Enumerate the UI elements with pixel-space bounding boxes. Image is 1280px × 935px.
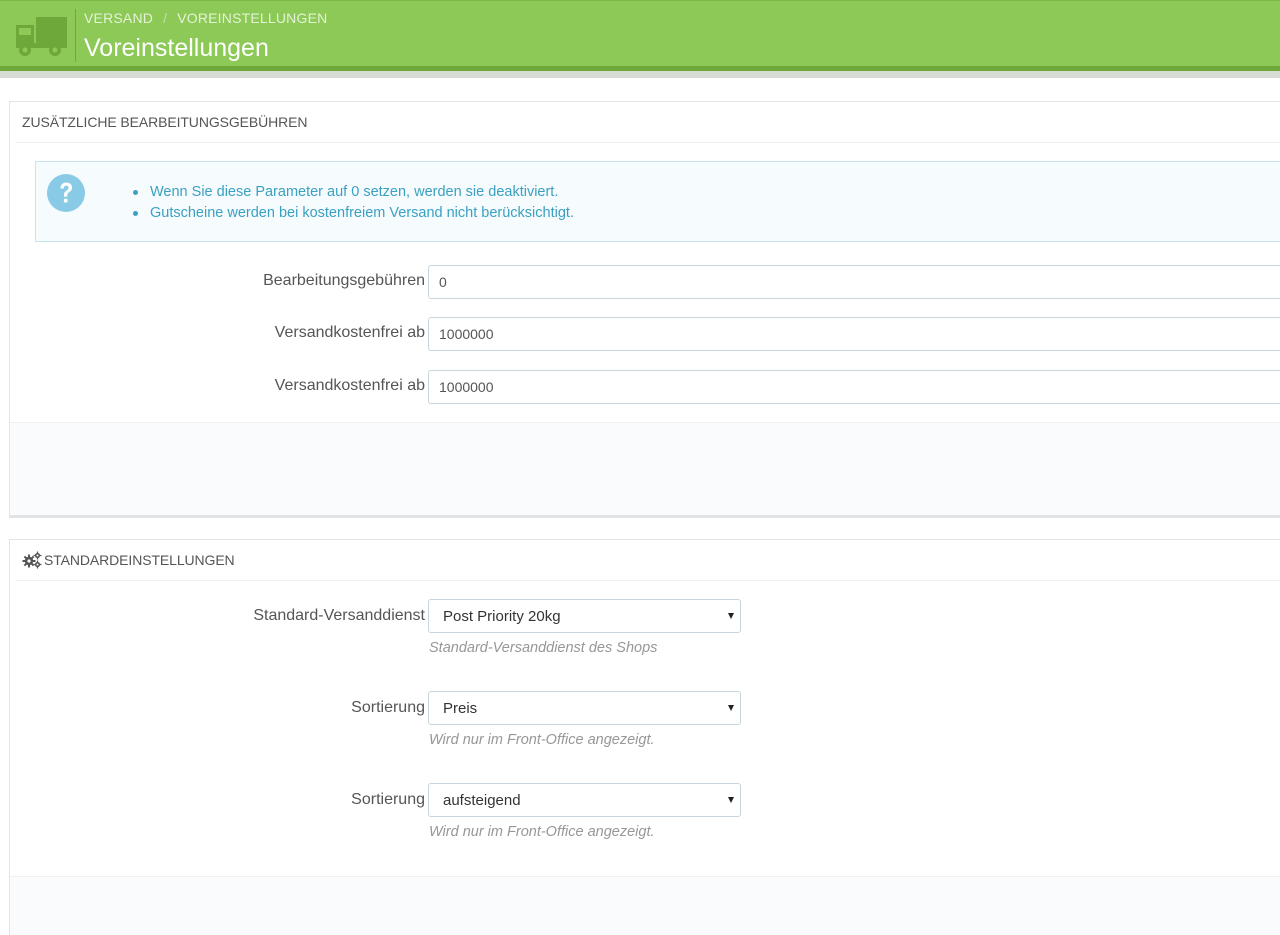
- bullet-icon: [133, 190, 138, 195]
- panel-title: ZUSÄTZLICHE BEARBEITUNGSGEBÜHREN: [22, 114, 308, 130]
- info-item-text: Gutscheine werden bei kostenfreiem Versa…: [150, 205, 574, 221]
- panel-footer: [10, 876, 1280, 935]
- defaults-panel: STANDARDEINSTELLUNGEN Standard-Versanddi…: [9, 539, 1280, 935]
- sort-order-select[interactable]: aufsteigend: [428, 783, 741, 817]
- free-shipping-weight-input[interactable]: [428, 370, 1280, 404]
- info-alert: Wenn Sie diese Parameter auf 0 setzen, w…: [35, 161, 1280, 242]
- handling-fee-label: Bearbeitungsgebühren: [263, 272, 425, 289]
- select-value: Post Priority 20kg: [443, 608, 561, 625]
- help-text: Standard-Versanddienst des Shops: [429, 640, 658, 656]
- header-divider: [75, 9, 76, 62]
- info-item: Wenn Sie diese Parameter auf 0 setzen, w…: [133, 182, 574, 203]
- free-shipping-price-label: Versandkostenfrei ab: [274, 324, 425, 341]
- default-carrier-select[interactable]: Post Priority 20kg: [428, 599, 741, 633]
- truck-icon: [16, 17, 67, 56]
- panel-heading: STANDARDEINSTELLUNGEN: [16, 540, 1280, 581]
- fees-panel: ZUSÄTZLICHE BEARBEITUNGSGEBÜHREN Wenn Si…: [9, 101, 1280, 516]
- sort-by-select[interactable]: Preis: [428, 691, 741, 725]
- page-title: Voreinstellungen: [84, 34, 269, 62]
- help-text: Wird nur im Front-Office angezeigt.: [429, 824, 655, 840]
- panel-heading: ZUSÄTZLICHE BEARBEITUNGSGEBÜHREN: [16, 102, 1280, 143]
- header-shadow: [0, 71, 1280, 78]
- select-value: Preis: [443, 700, 478, 717]
- breadcrumb-separator: /: [163, 10, 168, 26]
- info-list: Wenn Sie diese Parameter auf 0 setzen, w…: [133, 182, 574, 224]
- info-item: Gutscheine werden bei kostenfreiem Versa…: [133, 203, 574, 224]
- cogs-icon: [22, 551, 42, 569]
- sort-order-label: Sortierung: [351, 791, 425, 808]
- page-header: VERSAND / VOREINSTELLUNGEN Voreinstellunge…: [0, 0, 1280, 66]
- free-shipping-price-input[interactable]: [428, 317, 1280, 351]
- bullet-icon: [133, 211, 138, 216]
- sort-by-label: Sortierung: [351, 699, 425, 716]
- free-shipping-weight-label: Versandkostenfrei ab: [274, 377, 425, 394]
- handling-fee-input[interactable]: [428, 265, 1280, 299]
- breadcrumb: VERSAND / VOREINSTELLUNGEN: [84, 10, 327, 26]
- select-value: aufsteigend: [443, 792, 521, 809]
- caret-down-icon: [728, 613, 734, 619]
- caret-down-icon: [728, 705, 734, 711]
- help-text: Wird nur im Front-Office angezeigt.: [429, 732, 655, 748]
- caret-down-icon: [728, 797, 734, 803]
- panel-footer: [10, 422, 1280, 515]
- breadcrumb-item-voreinstellungen[interactable]: VOREINSTELLUNGEN: [177, 10, 327, 26]
- info-item-text: Wenn Sie diese Parameter auf 0 setzen, w…: [150, 184, 559, 200]
- panel-title: STANDARDEINSTELLUNGEN: [44, 552, 235, 568]
- default-carrier-label: Standard-Versanddienst: [253, 607, 425, 624]
- question-circle-icon: [47, 174, 85, 212]
- breadcrumb-item-versand[interactable]: VERSAND: [84, 10, 153, 26]
